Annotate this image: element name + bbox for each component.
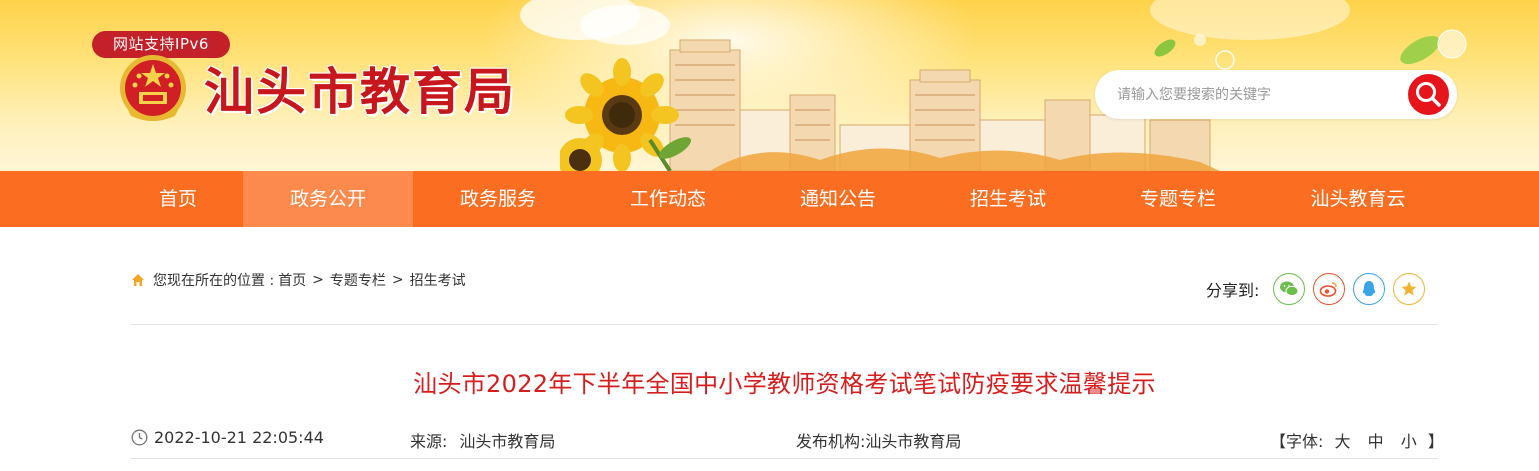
nav-item-admissions-exams[interactable]: 招生考试 [923, 171, 1093, 227]
datetime-value: 2022-10-21 22:05:44 [154, 428, 324, 447]
share-weibo-button[interactable] [1313, 273, 1346, 305]
main-nav: 首页 政务公开 政务服务 工作动态 通知公告 招生考试 专题专栏 汕头教育云 [0, 171, 1539, 227]
font-size-close-bracket: 】 [1427, 432, 1444, 451]
font-size-label: 【字体: [1270, 432, 1324, 451]
font-size-small-button[interactable]: 小 [1401, 432, 1417, 451]
divider [131, 458, 1438, 459]
breadcrumb-link-admissions-exams[interactable]: 招生考试 [410, 270, 466, 290]
font-size-medium-button[interactable]: 中 [1368, 432, 1384, 451]
share-qq-button[interactable] [1353, 273, 1386, 305]
header-banner: 网站支持IPv6 汕头市教育局 [0, 0, 1539, 171]
nav-item-work-news[interactable]: 工作动态 [583, 171, 753, 227]
source-label: 来源: [410, 432, 448, 451]
source-info: 来源: 汕头市教育局 [410, 428, 555, 452]
national-emblem-icon [120, 55, 186, 121]
nav-item-government-services[interactable]: 政务服务 [413, 171, 583, 227]
nav-item-government-affairs-open[interactable]: 政务公开 [243, 171, 413, 227]
breadcrumb: 您现在所在的位置 : 首页 > 专题专栏 > 招生考试 [131, 270, 466, 290]
font-size-large-button[interactable]: 大 [1335, 432, 1351, 451]
site-title: 汕头市教育局 [204, 62, 516, 121]
nav-item-shantou-education-cloud[interactable]: 汕头教育云 [1263, 171, 1453, 227]
article-title: 汕头市2022年下半年全国中小学教师资格考试笔试防疫要求温馨提示 [413, 370, 1156, 398]
share-wechat-button[interactable] [1273, 273, 1306, 305]
wechat-icon [1280, 281, 1299, 297]
breadcrumb-link-home[interactable]: 首页 [278, 270, 306, 290]
share-label: 分享到: [1206, 281, 1260, 300]
source-value: 汕头市教育局 [459, 432, 556, 451]
breadcrumb-prefix: 您现在所在的位置 : [153, 273, 275, 289]
search-input[interactable] [1117, 82, 1397, 107]
search-icon [1416, 82, 1441, 107]
breadcrumb-separator: > [391, 272, 404, 288]
font-size-control: 【字体: 大 中 小 】 [1270, 428, 1444, 452]
publisher-value: 汕头市教育局 [865, 432, 962, 451]
qzone-star-icon [1401, 281, 1417, 296]
publish-datetime: 2022-10-21 22:05:44 [131, 428, 324, 447]
breadcrumb-separator: > [312, 272, 324, 288]
publisher-info: 发布机构: 汕头市教育局 [796, 428, 961, 452]
clock-icon [131, 429, 148, 446]
nav-item-special-topics[interactable]: 专题专栏 [1093, 171, 1263, 227]
divider [131, 324, 1438, 325]
search-box [1095, 70, 1457, 119]
nav-item-notices[interactable]: 通知公告 [753, 171, 923, 227]
qq-icon [1363, 281, 1376, 296]
home-icon [132, 274, 144, 286]
breadcrumb-link-special-topics[interactable]: 专题专栏 [330, 270, 386, 290]
nav-item-home[interactable]: 首页 [93, 171, 263, 227]
search-button[interactable] [1408, 74, 1449, 115]
share-bar: 分享到: [1206, 273, 1433, 305]
share-qzone-button[interactable] [1393, 273, 1426, 305]
publisher-label: 发布机构: [796, 432, 866, 451]
weibo-icon [1320, 282, 1338, 297]
